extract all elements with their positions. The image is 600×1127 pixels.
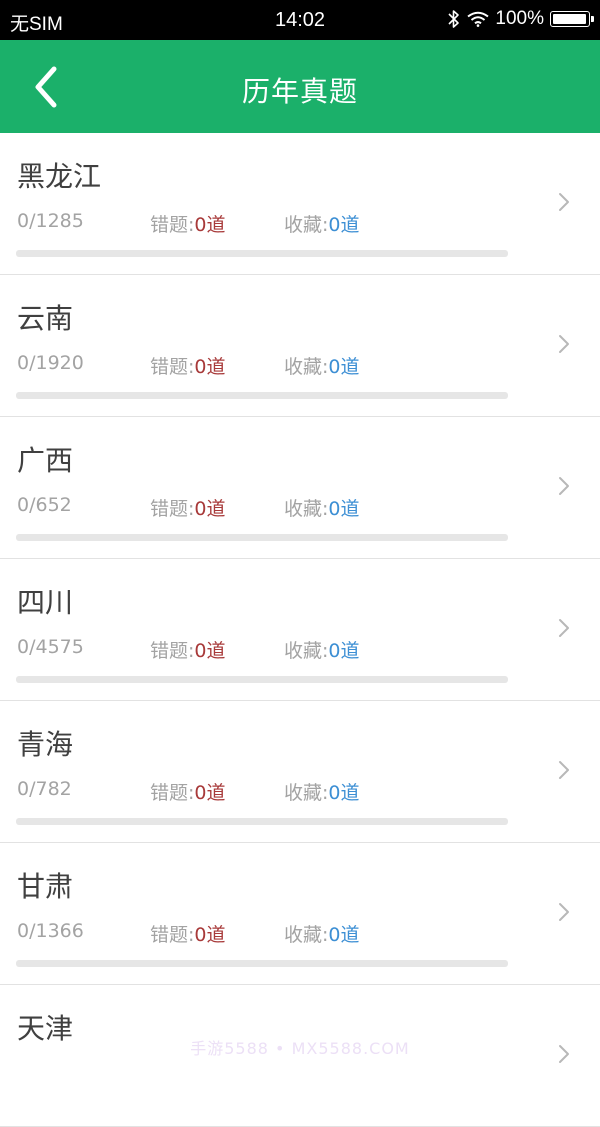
- chevron-right-icon: [559, 477, 569, 495]
- list-item[interactable]: 广西 0/652 错题:0道 收藏:0道: [0, 417, 600, 559]
- progress-count: 0/782: [17, 778, 72, 800]
- wrong-label: 错题:: [150, 640, 195, 662]
- battery-icon: [550, 11, 594, 27]
- list-item[interactable]: 黑龙江 0/1285 错题:0道 收藏:0道: [0, 133, 600, 275]
- progress-count: 0/1920: [17, 352, 84, 374]
- favorite-count: 收藏:0道: [284, 210, 360, 237]
- progress-bar: [16, 818, 508, 825]
- bluetooth-icon: [448, 10, 460, 28]
- wrong-value: 0道: [194, 498, 226, 520]
- progress-count: 0/4575: [17, 636, 84, 658]
- wrong-label: 错题:: [150, 924, 195, 946]
- item-title: 甘肃: [17, 870, 74, 903]
- favorite-value: 0道: [328, 498, 360, 520]
- favorite-count: 收藏:0道: [284, 636, 360, 663]
- wrong-label: 错题:: [150, 782, 195, 804]
- list-item[interactable]: 甘肃 0/1366 错题:0道 收藏:0道: [0, 843, 600, 985]
- progress-bar: [16, 392, 508, 399]
- wrong-value: 0道: [194, 640, 226, 662]
- item-title: 青海: [17, 728, 74, 761]
- status-bar: 无SIM 14:02 100%: [0, 0, 600, 40]
- chevron-right-icon: [559, 903, 569, 921]
- item-title: 云南: [17, 302, 74, 335]
- progress-bar: [16, 676, 508, 683]
- status-right: 100%: [447, 8, 594, 30]
- favorite-label: 收藏:: [284, 356, 329, 378]
- battery-percent: 100%: [495, 8, 544, 29]
- wrong-label: 错题:: [150, 214, 195, 236]
- wrong-value: 0道: [194, 356, 226, 378]
- nav-bar: 历年真题: [0, 40, 600, 133]
- list-item[interactable]: 四川 0/4575 错题:0道 收藏:0道: [0, 559, 600, 701]
- progress-count: 0/1366: [17, 920, 84, 942]
- watermark: 手游5588 • MX5588.COM: [190, 1039, 410, 1058]
- wrong-count: 错题:0道: [150, 352, 226, 379]
- favorite-count: 收藏:0道: [284, 920, 360, 947]
- favorite-label: 收藏:: [284, 498, 329, 520]
- province-list: 黑龙江 0/1285 错题:0道 收藏:0道 云南 0/1920 错题:0道 收藏:0道 广西 0…: [0, 133, 600, 1127]
- favorite-count: 收藏:0道: [284, 778, 360, 805]
- wrong-label: 错题:: [150, 356, 195, 378]
- favorite-label: 收藏:: [284, 924, 329, 946]
- favorite-value: 0道: [328, 214, 360, 236]
- favorite-value: 0道: [328, 782, 360, 804]
- wrong-value: 0道: [194, 214, 226, 236]
- favorite-value: 0道: [328, 640, 360, 662]
- wrong-value: 0道: [194, 782, 226, 804]
- item-title: 黑龙江: [17, 160, 102, 193]
- progress-count: 0/652: [17, 494, 72, 516]
- wrong-value: 0道: [194, 924, 226, 946]
- list-item[interactable]: 云南 0/1920 错题:0道 收藏:0道: [0, 275, 600, 417]
- wrong-count: 错题:0道: [150, 778, 226, 805]
- wrong-count: 错题:0道: [150, 494, 226, 521]
- item-title: 四川: [17, 586, 74, 619]
- favorite-value: 0道: [328, 924, 360, 946]
- chevron-right-icon: [559, 335, 569, 353]
- favorite-value: 0道: [328, 356, 360, 378]
- progress-bar: [16, 250, 508, 257]
- favorite-label: 收藏:: [284, 782, 329, 804]
- list-item[interactable]: 青海 0/782 错题:0道 收藏:0道: [0, 701, 600, 843]
- progress-bar: [16, 960, 508, 967]
- chevron-right-icon: [559, 193, 569, 211]
- favorite-label: 收藏:: [284, 214, 329, 236]
- favorite-label: 收藏:: [284, 640, 329, 662]
- wrong-count: 错题:0道: [150, 920, 226, 947]
- favorite-count: 收藏:0道: [284, 352, 360, 379]
- progress-count: 0/1285: [17, 210, 84, 232]
- chevron-right-icon: [559, 761, 569, 779]
- page-title: 历年真题: [241, 75, 358, 108]
- item-title: 广西: [17, 444, 74, 477]
- progress-bar: [16, 534, 508, 541]
- wrong-count: 错题:0道: [150, 210, 226, 237]
- wrong-count: 错题:0道: [150, 636, 226, 663]
- wifi-icon: [467, 11, 489, 27]
- chevron-right-icon: [559, 619, 569, 637]
- wrong-label: 错题:: [150, 498, 195, 520]
- favorite-count: 收藏:0道: [284, 494, 360, 521]
